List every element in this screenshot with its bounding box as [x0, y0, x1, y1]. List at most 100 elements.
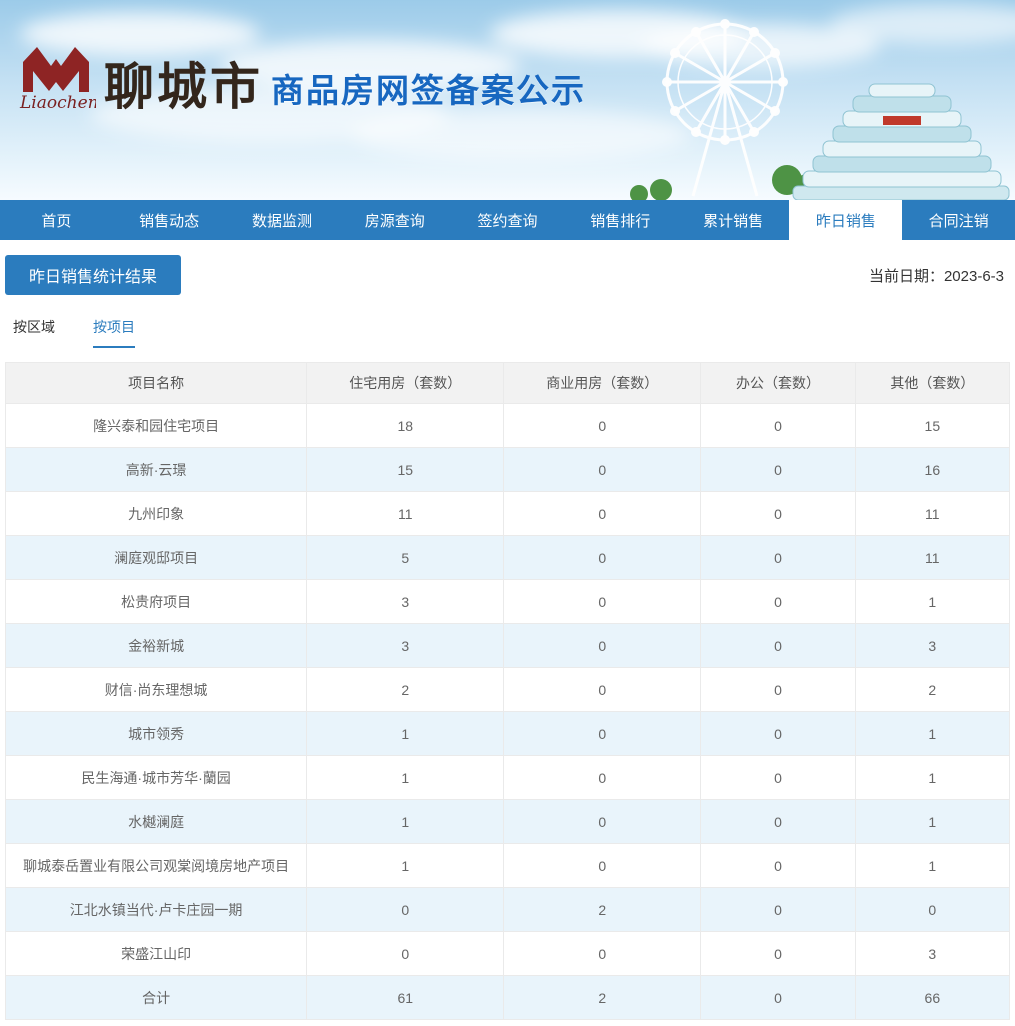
count-cell: 1 [306, 755, 505, 800]
column-header: 其他（套数） [854, 362, 1011, 404]
table-row: 江北水镇当代·卢卡庄园一期 0 2 0 0 [4, 887, 1011, 932]
nav-item-home[interactable]: 首页 [0, 200, 113, 240]
column-header: 项目名称 [4, 362, 308, 404]
count-cell: 16 [854, 447, 1011, 492]
table-row: 民生海通·城市芳华·蘭园 1 0 0 1 [4, 755, 1011, 800]
table-row: 松贵府项目 3 0 0 1 [4, 579, 1011, 624]
count-cell: 0 [700, 799, 856, 844]
count-cell: 0 [306, 931, 505, 976]
nav-item-yesterday-sales[interactable]: 昨日销售 [789, 200, 903, 240]
table-row: 聊城泰岳置业有限公司观棠阅境房地产项目 1 0 0 1 [4, 843, 1011, 888]
nav-item-sales-dynamics[interactable]: 销售动态 [113, 200, 226, 240]
count-cell: 1 [854, 755, 1011, 800]
nav-item-sales-ranking[interactable]: 销售排行 [564, 200, 677, 240]
count-cell: 0 [700, 667, 856, 712]
count-cell: 0 [700, 447, 856, 492]
tab-by-project[interactable]: 按项目 [93, 317, 135, 348]
project-name-cell: 荣盛江山印 [4, 931, 308, 976]
main-content: 昨日销售统计结果 当前日期：2023-6-3 按区域 按项目 项目名称 住宅用房（套… [0, 240, 1015, 1020]
page-title: 昨日销售统计结果 [5, 255, 182, 295]
count-cell: 0 [503, 623, 702, 668]
project-name-cell: 财信·尚东理想城 [4, 667, 308, 712]
site-title: 商品房网签备案公示 [271, 72, 586, 110]
tab-by-district[interactable]: 按区域 [13, 317, 55, 348]
project-name-cell: 高新·云璟 [4, 447, 308, 492]
table-row: 荣盛江山印 0 0 0 3 [4, 931, 1011, 976]
project-name-cell: 水樾澜庭 [4, 799, 308, 844]
count-cell: 0 [700, 975, 856, 1020]
nav-item-listing-query[interactable]: 房源查询 [338, 200, 451, 240]
nav-item-contract-query[interactable]: 签约查询 [451, 200, 564, 240]
count-cell: 1 [854, 711, 1011, 756]
table-body: 隆兴泰和园住宅项目 18 0 0 15 高新·云璟 15 0 0 16 九州印象 11 0 0 11 澜庭观邸… [4, 403, 1011, 1020]
column-header: 住宅用房（套数） [306, 362, 505, 404]
count-cell: 0 [700, 535, 856, 580]
count-cell: 2 [503, 887, 702, 932]
count-cell: 0 [700, 755, 856, 800]
count-cell: 0 [700, 579, 856, 624]
count-cell: 15 [306, 447, 505, 492]
count-cell: 1 [854, 799, 1011, 844]
count-cell: 66 [854, 975, 1011, 1020]
project-name-cell: 城市领秀 [4, 711, 308, 756]
count-cell: 0 [503, 667, 702, 712]
city-name: 聊城市 [104, 57, 263, 116]
count-cell: 3 [306, 623, 505, 668]
count-cell: 1 [306, 843, 505, 888]
nav-item-data-monitoring[interactable]: 数据监测 [226, 200, 339, 240]
table-row: 财信·尚东理想城 2 0 0 2 [4, 667, 1011, 712]
count-cell: 0 [503, 447, 702, 492]
trees-illustration [630, 165, 819, 200]
project-name-cell: 隆兴泰和园住宅项目 [4, 403, 308, 448]
table-row: 隆兴泰和园住宅项目 18 0 0 15 [4, 403, 1011, 448]
ferris-wheel-icon [665, 22, 785, 197]
table-row: 金裕新城 3 0 0 3 [4, 623, 1011, 668]
count-cell: 15 [854, 403, 1011, 448]
count-cell: 0 [306, 887, 505, 932]
count-cell: 1 [854, 843, 1011, 888]
count-cell: 2 [503, 975, 702, 1020]
project-name-cell: 民生海通·城市芳华·蘭园 [4, 755, 308, 800]
count-cell: 0 [503, 711, 702, 756]
project-name-cell: 九州印象 [4, 491, 308, 536]
project-name-cell: 合计 [4, 975, 308, 1020]
column-header: 商业用房（套数） [503, 362, 702, 404]
project-name-cell: 江北水镇当代·卢卡庄园一期 [4, 887, 308, 932]
count-cell: 0 [700, 887, 856, 932]
nav-item-contract-cancellation[interactable]: 合同注销 [902, 200, 1015, 240]
current-date: 当前日期：2023-6-3 [868, 267, 1004, 285]
count-cell: 61 [306, 975, 505, 1020]
count-cell: 1 [306, 711, 505, 756]
count-cell: 0 [700, 843, 856, 888]
count-cell: 3 [306, 579, 505, 624]
site-logo-group: Liaocheng 聊城市 商品房网签备案公示 [16, 40, 586, 112]
project-name-cell: 澜庭观邸项目 [4, 535, 308, 580]
table-header-row: 项目名称 住宅用房（套数） 商业用房（套数） 办公（套数） 其他（套数） [4, 362, 1011, 404]
count-cell: 0 [700, 491, 856, 536]
count-cell: 11 [306, 491, 505, 536]
count-cell: 1 [854, 579, 1011, 624]
count-cell: 0 [503, 535, 702, 580]
count-cell: 0 [503, 755, 702, 800]
count-cell: 1 [306, 799, 505, 844]
table-row: 水樾澜庭 1 0 0 1 [4, 799, 1011, 844]
count-cell: 0 [503, 799, 702, 844]
table-row: 澜庭观邸项目 5 0 0 11 [4, 535, 1011, 580]
nav-item-cumulative-sales[interactable]: 累计销售 [677, 200, 790, 240]
main-nav: 首页 销售动态 数据监测 房源查询 签约查询 销售排行 累计销售 昨日销售 合同注销 [0, 200, 1015, 240]
liaocheng-logo-icon: Liaocheng [19, 47, 96, 112]
building-illustration [792, 83, 1010, 200]
count-cell: 5 [306, 535, 505, 580]
count-cell: 18 [306, 403, 505, 448]
view-tabs: 按区域 按项目 [5, 317, 1010, 348]
table-row: 合计 61 2 0 66 [4, 975, 1011, 1020]
title-row: 昨日销售统计结果 当前日期：2023-6-3 [5, 255, 1010, 295]
count-cell: 0 [700, 931, 856, 976]
count-cell: 0 [503, 843, 702, 888]
count-cell: 0 [700, 711, 856, 756]
count-cell: 0 [854, 887, 1011, 932]
table-row: 高新·云璟 15 0 0 16 [4, 447, 1011, 492]
count-cell: 3 [854, 931, 1011, 976]
project-name-cell: 聊城泰岳置业有限公司观棠阅境房地产项目 [4, 843, 308, 888]
table-row: 九州印象 11 0 0 11 [4, 491, 1011, 536]
